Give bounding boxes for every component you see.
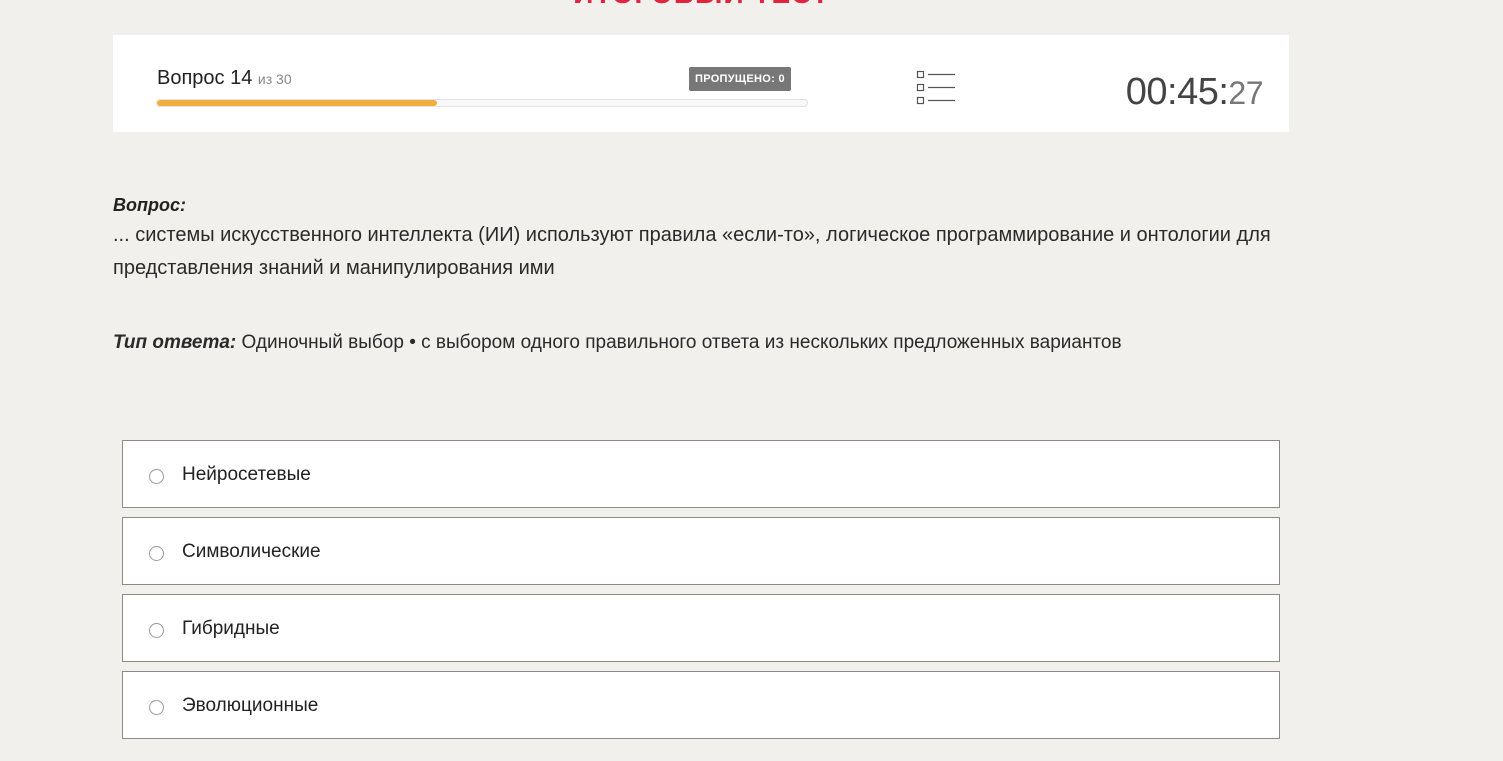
radio-button[interactable]	[149, 546, 164, 561]
answer-type-label: Тип ответа:	[113, 332, 237, 353]
answer-type: Тип ответа: Одиночный выбор • с выбором …	[113, 332, 1122, 354]
question-label: Вопрос:	[113, 195, 186, 215]
answer-option[interactable]: Символические	[122, 517, 1280, 585]
answer-type-value: Одиночный выбор • с выбором одного прави…	[241, 332, 1122, 353]
answer-options: Нейросетевые Символические Гибридные Эво…	[122, 440, 1280, 748]
progress-bar	[156, 99, 808, 107]
answer-option[interactable]: Гибридные	[122, 594, 1280, 662]
timer-main: 00:45:	[1125, 71, 1229, 113]
question-list-icon	[916, 70, 955, 105]
radio-button[interactable]	[149, 700, 164, 715]
timer-seconds: 27	[1228, 75, 1263, 111]
answer-option[interactable]: Эволюционные	[122, 671, 1280, 739]
skipped-badge: ПРОПУЩЕНО: 0	[689, 67, 791, 91]
answer-option-label: Символические	[182, 541, 321, 562]
answer-option-label: Нейросетевые	[182, 464, 311, 485]
test-status-panel: Вопрос 14 из 30 ПРОПУЩЕНО: 0 00:45:27	[113, 35, 1289, 132]
radio-button[interactable]	[149, 469, 164, 484]
answer-option-label: Гибридные	[182, 618, 280, 639]
question-block: Вопрос: ... системы искусственного интел…	[113, 193, 1289, 285]
question-list-button[interactable]	[913, 68, 959, 108]
question-number: Вопрос 14	[157, 67, 253, 89]
answer-option[interactable]: Нейросетевые	[122, 440, 1280, 508]
radio-button[interactable]	[149, 623, 164, 638]
question-counter: Вопрос 14 из 30	[157, 67, 292, 90]
countdown-timer: 00:45:27	[1125, 71, 1264, 114]
answer-option-label: Эволюционные	[182, 695, 319, 716]
question-total: из 30	[257, 71, 292, 87]
progress-fill	[157, 100, 437, 106]
question-text: ... системы искусственного интеллекта (И…	[113, 224, 1271, 279]
page-title: ИТОГОВЫЙ ТЕСТ	[0, 0, 1403, 9]
